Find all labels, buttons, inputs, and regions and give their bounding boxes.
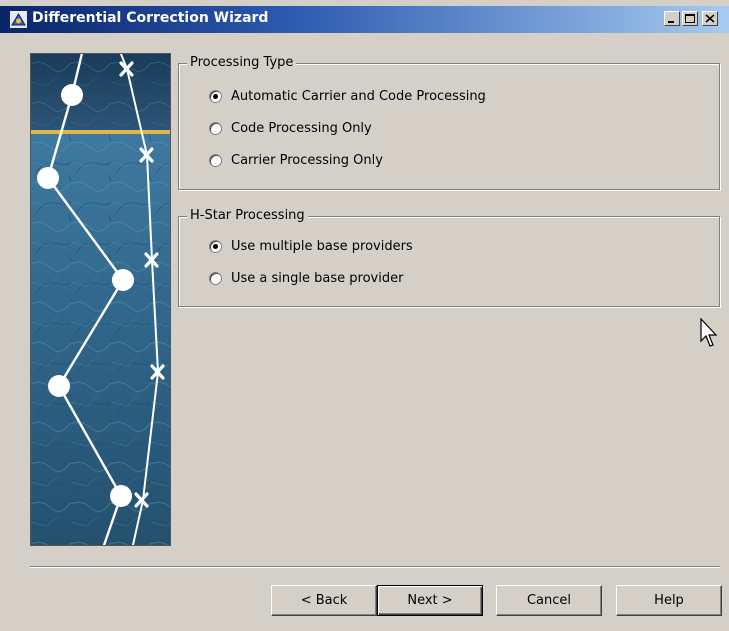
title-bar[interactable]: Differential Correction Wizard — [0, 6, 729, 33]
radio-single-base-provider[interactable]: Use a single base provider — [209, 271, 403, 286]
radio-button-checked[interactable] — [209, 240, 222, 253]
window-title: Differential Correction Wizard — [32, 10, 269, 26]
minimize-button[interactable] — [664, 11, 680, 26]
radio-label: Carrier Processing Only — [231, 153, 383, 168]
back-button[interactable]: < Back — [271, 585, 377, 616]
radio-button[interactable] — [209, 272, 222, 285]
wizard-side-image — [30, 53, 171, 546]
radio-button-checked[interactable] — [209, 90, 222, 103]
radio-button[interactable] — [209, 122, 222, 135]
radio-button[interactable] — [209, 154, 222, 167]
hstar-processing-group: H-Star Processing — [178, 208, 720, 307]
maximize-button[interactable] — [682, 11, 698, 26]
radio-label: Use a single base provider — [231, 271, 404, 286]
wizard-window: Differential Correction Wizard Processin… — [0, 0, 729, 631]
radio-code-only[interactable]: Code Processing Only — [209, 121, 372, 136]
radio-multiple-base-providers[interactable]: Use multiple base providers — [209, 239, 413, 254]
radio-label: Automatic Carrier and Code Processing — [231, 89, 486, 104]
close-button[interactable] — [702, 11, 718, 26]
radio-carrier-only[interactable]: Carrier Processing Only — [209, 153, 383, 168]
help-button[interactable]: Help — [616, 585, 722, 616]
hstar-processing-legend: H-Star Processing — [187, 208, 308, 223]
processing-type-legend: Processing Type — [187, 55, 297, 70]
app-icon — [10, 11, 27, 28]
maximize-icon — [685, 14, 695, 23]
cancel-button[interactable]: Cancel — [496, 585, 602, 616]
radio-label: Code Processing Only — [231, 121, 372, 136]
radio-automatic-carrier-code[interactable]: Automatic Carrier and Code Processing — [209, 89, 486, 104]
close-icon — [705, 14, 715, 23]
minimize-icon — [668, 21, 674, 23]
next-button[interactable]: Next > — [377, 585, 483, 616]
radio-label: Use multiple base providers — [231, 239, 413, 254]
footer-separator — [30, 566, 720, 568]
mouse-cursor-icon — [700, 318, 718, 347]
